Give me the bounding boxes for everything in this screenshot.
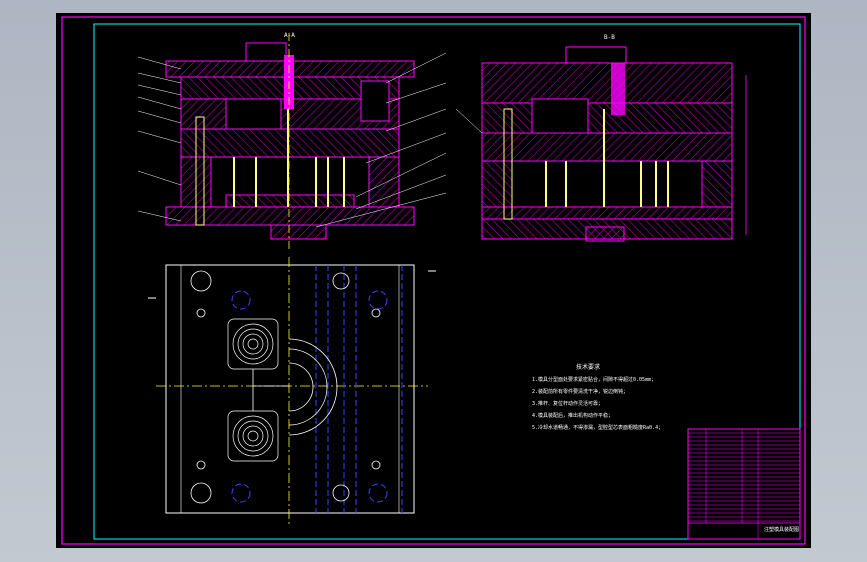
tech-req-line-4: 4.模具装配后，推出机构动作平稳； [532,412,613,419]
drawing-sheet[interactable]: A-A B-B 技术要求 1.模具分型面处要求紧密贴合，间隙不得超过0.05mm… [56,13,811,548]
mold-assembly-drawing: A-A B-B 技术要求 1.模具分型面处要求紧密贴合，间隙不得超过0.05mm… [61,16,806,545]
side-section-view: B-B [455,34,747,242]
section-label-b: B-B [604,34,615,41]
support-plate [180,128,400,158]
tech-req-line-1: 1.模具分型面处要求紧密贴合，间隙不得超过0.05mm； [532,376,656,383]
cavity-insert [225,98,282,130]
technical-requirements: 技术要求 1.模具分型面处要求紧密贴合，间隙不得超过0.05mm； 2.装配前所… [532,363,663,431]
cavity-lower [227,410,279,462]
cavity-upper [227,318,279,370]
title-block: 注塑模具装配图 [687,428,801,540]
guide-bush [360,80,390,122]
tech-req-line-3: 3.推杆、复位杆动作灵活可靠； [532,400,603,407]
tech-req-title: 技术要求 [576,363,600,371]
plan-view [148,257,436,525]
drawing-title: 注塑模具装配图 [764,526,799,533]
tech-req-line-5: 5.冷却水道畅通，不得渗漏，型腔型芯表面粗糙度Ra0.4； [532,424,663,431]
cad-viewport[interactable]: A-A B-B 技术要求 1.模具分型面处要求紧密贴合，间隙不得超过0.05mm… [0,0,867,562]
bottom-clamp-plate [165,206,415,226]
ejector-plate [225,194,355,208]
front-section-view: A-A [137,32,447,249]
spacer-block-right [368,156,400,208]
tech-req-line-2: 2.装配前所有零件要清洗干净，锐边倒钝； [532,388,628,395]
locating-ring [245,42,287,62]
section-label-a: A-A [284,32,295,39]
